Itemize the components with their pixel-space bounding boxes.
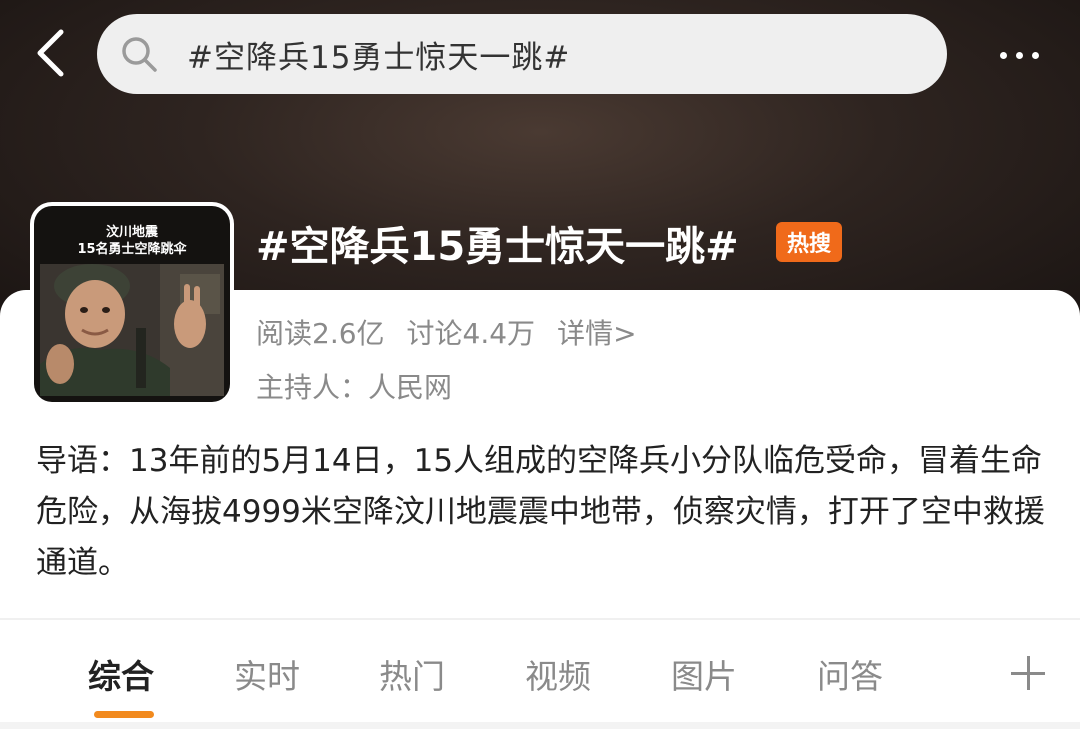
search-query[interactable]: #空降兵15勇士惊天一跳# xyxy=(187,32,570,77)
read-count: 阅读2.6亿 xyxy=(256,317,385,350)
discussion-count: 讨论4.4万 xyxy=(406,317,536,350)
hot-search-badge: 热搜 xyxy=(776,222,842,262)
more-dot xyxy=(1015,51,1023,59)
tab-comprehensive[interactable]: 综合 xyxy=(88,650,154,698)
bottom-strip xyxy=(0,722,1080,729)
thumbnail-image: 汶川地震 15名勇士空降跳伞 xyxy=(34,206,230,402)
thumbnail-caption-line1: 汶川地震 xyxy=(105,225,158,240)
tab-video[interactable]: 视频 xyxy=(525,650,591,698)
topic-intro: 导语：13年前的5月14日，15人组成的空降兵小分队临危受命，冒着生命危险，从海… xyxy=(36,443,1045,581)
tab-popular[interactable]: 热门 xyxy=(379,650,445,698)
topic-stats: 阅读2.6亿 讨论4.4万 详情> xyxy=(256,312,637,352)
more-dot xyxy=(999,51,1007,59)
content-tabs: 综合 实时 热门 视频 图片 问答 xyxy=(0,640,1080,729)
thumbnail-caption-line2: 15名勇士空降跳伞 xyxy=(77,242,187,257)
search-icon xyxy=(119,34,159,74)
back-button[interactable] xyxy=(26,24,74,82)
topic-thumbnail[interactable]: 汶川地震 15名勇士空降跳伞 xyxy=(30,202,234,406)
more-dot xyxy=(1031,51,1039,59)
divider xyxy=(0,618,1080,620)
plus-icon[interactable] xyxy=(1008,652,1048,692)
more-options-button[interactable] xyxy=(984,35,1054,75)
details-link[interactable]: 详情> xyxy=(557,312,636,352)
tab-pictures[interactable]: 图片 xyxy=(671,650,737,698)
host-info[interactable]: 主持人：人民网 xyxy=(256,366,452,406)
search-bar[interactable]: #空降兵15勇士惊天一跳# xyxy=(97,14,947,94)
topic-title: #空降兵15勇士惊天一跳# xyxy=(256,224,739,270)
thumbnail-caption: 汶川地震 15名勇士空降跳伞 xyxy=(34,224,230,258)
soldier-photo xyxy=(40,264,224,396)
tab-qa[interactable]: 问答 xyxy=(817,650,883,698)
chevron-left-icon xyxy=(37,29,64,77)
tab-realtime[interactable]: 实时 xyxy=(234,650,300,698)
active-tab-indicator xyxy=(94,711,154,718)
